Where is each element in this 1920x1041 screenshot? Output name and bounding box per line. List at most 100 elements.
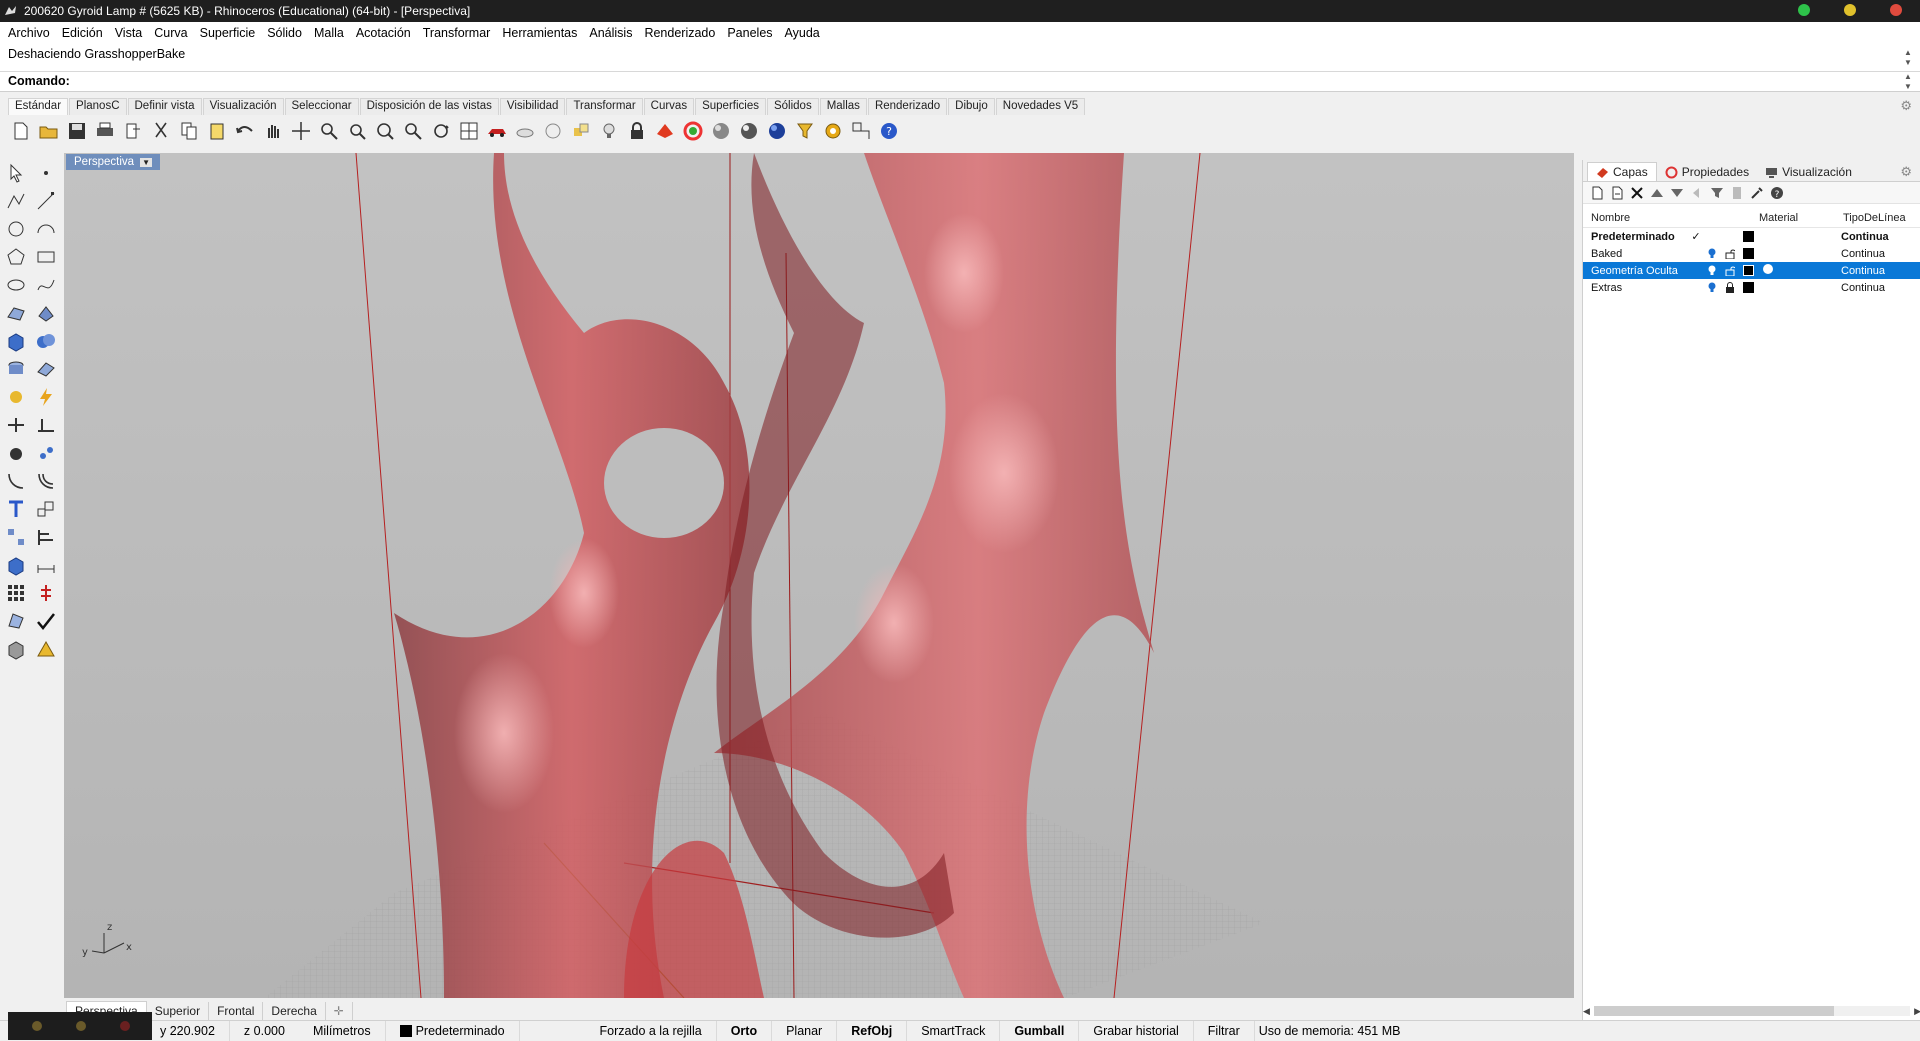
window-maximize-button[interactable] [1844, 4, 1856, 16]
menu-herramientas[interactable]: Herramientas [496, 26, 583, 40]
menu-analisis[interactable]: Análisis [583, 26, 638, 40]
view-tab-superior[interactable]: Superior [147, 1002, 210, 1020]
menu-solido[interactable]: Sólido [261, 26, 308, 40]
window-close-button[interactable] [1890, 4, 1902, 16]
tab-novedades[interactable]: Novedades V5 [995, 98, 1086, 115]
box-icon[interactable] [2, 328, 30, 354]
layer-linetype[interactable]: Continua [1841, 265, 1920, 277]
snap-icon[interactable] [848, 119, 873, 144]
circle-icon[interactable] [2, 216, 30, 242]
help-icon[interactable]: ? [876, 119, 901, 144]
toolbar-settings-gear-icon[interactable]: ⚙ [1900, 98, 1912, 114]
layer-visible-bulb-icon[interactable] [1703, 248, 1721, 259]
delete-layer-icon[interactable] [1629, 185, 1645, 201]
scroll-left-icon[interactable]: ◀ [1583, 1006, 1590, 1017]
scale-icon[interactable] [32, 496, 60, 522]
tab-solidos[interactable]: Sólidos [766, 98, 819, 115]
print-icon[interactable] [92, 119, 117, 144]
tab-visualizacion[interactable]: Visualización [202, 98, 284, 115]
panel-horizontal-scrollbar[interactable]: ◀ ▶ [1583, 1004, 1920, 1018]
layer-lock-icon[interactable] [1721, 282, 1739, 293]
mesh-icon[interactable] [32, 356, 60, 382]
filter-icon[interactable] [792, 119, 817, 144]
split-icon[interactable] [2, 412, 30, 438]
status-planar[interactable]: Planar [772, 1020, 838, 1041]
tab-visibilidad[interactable]: Visibilidad [499, 98, 566, 115]
layer-color-swatch[interactable] [1739, 282, 1757, 293]
layer-name[interactable]: Extras [1583, 282, 1689, 294]
tab-superficies[interactable]: Superficies [695, 98, 766, 115]
named-view-icon[interactable] [512, 119, 537, 144]
align-icon[interactable] [32, 524, 60, 550]
perspective-viewport[interactable]: Perspectiva ▼ z x y [64, 153, 1574, 998]
menu-edicion[interactable]: Edición [56, 26, 109, 40]
tab-mallas[interactable]: Mallas [819, 98, 867, 115]
zoom-window-icon[interactable] [344, 119, 369, 144]
menu-malla[interactable]: Malla [308, 26, 350, 40]
menu-vista[interactable]: Vista [109, 26, 149, 40]
options-gear-icon[interactable] [820, 119, 845, 144]
boolean-icon[interactable] [32, 328, 60, 354]
col-material-header[interactable]: Material [1759, 212, 1843, 224]
tab-disposicion[interactable]: Disposición de las vistas [359, 98, 499, 115]
layer-states-icon[interactable] [1729, 185, 1745, 201]
curve-icon[interactable] [32, 272, 60, 298]
explode-icon[interactable] [32, 440, 60, 466]
arc-icon[interactable] [32, 216, 60, 242]
layer-linetype[interactable]: Continua [1841, 231, 1920, 243]
layer-name[interactable]: Baked [1583, 248, 1689, 260]
menu-curva[interactable]: Curva [148, 26, 193, 40]
point-icon[interactable] [32, 160, 60, 186]
scroll-right-icon[interactable]: ▶ [1914, 1006, 1920, 1017]
layer-row[interactable]: Extras Continua [1583, 279, 1920, 296]
layer-help-icon[interactable]: ? [1769, 185, 1785, 201]
layer-lock-icon[interactable] [1721, 248, 1739, 259]
status-record-history[interactable]: Grabar historial [1079, 1020, 1194, 1041]
move-down-icon[interactable] [1669, 185, 1685, 201]
grid-array-icon[interactable] [2, 580, 30, 606]
car-icon[interactable] [484, 119, 509, 144]
tab-transformar[interactable]: Transformar [566, 98, 643, 115]
tab-estandar[interactable]: Estándar [8, 98, 69, 115]
layer-material-icon[interactable] [1757, 264, 1841, 277]
status-filter[interactable]: Filtrar [1194, 1020, 1255, 1041]
status-ortho[interactable]: Orto [717, 1020, 773, 1041]
layer-filter-icon[interactable] [1709, 185, 1725, 201]
dimension-icon[interactable] [32, 552, 60, 578]
zoom-selected-icon[interactable] [400, 119, 425, 144]
layer-color-swatch[interactable] [1739, 265, 1757, 276]
menu-acotacion[interactable]: Acotación [350, 26, 417, 40]
tab-definir-vista[interactable]: Definir vista [127, 98, 202, 115]
select-icon[interactable] [568, 119, 593, 144]
layer-color-swatch[interactable] [1739, 248, 1757, 259]
window-minimize-button[interactable] [1798, 4, 1810, 16]
add-view-tab-icon[interactable]: ✛ [326, 1002, 353, 1020]
color-wheel-icon[interactable] [680, 119, 705, 144]
layer-linetype[interactable]: Continua [1841, 282, 1920, 294]
scroll-thumb[interactable] [1593, 1006, 1835, 1016]
select-arrow-icon[interactable] [2, 160, 30, 186]
col-linetype-header[interactable]: TipoDeLínea [1843, 212, 1920, 224]
trim-icon[interactable] [32, 412, 60, 438]
drafting-icon[interactable] [32, 636, 60, 662]
text-icon[interactable] [2, 496, 30, 522]
surface-icon[interactable] [2, 300, 30, 326]
viewport-menu-caret-icon[interactable]: ▼ [140, 157, 153, 167]
menu-renderizado[interactable]: Renderizado [638, 26, 721, 40]
blue-sphere-icon[interactable] [764, 119, 789, 144]
polygon-icon[interactable] [2, 244, 30, 270]
new-layer-icon[interactable] [1589, 185, 1605, 201]
tab-renderizado[interactable]: Renderizado [867, 98, 948, 115]
save-icon[interactable] [64, 119, 89, 144]
zoom-extents-icon[interactable] [372, 119, 397, 144]
viewport-layout-icon[interactable] [456, 119, 481, 144]
lock-icon[interactable] [624, 119, 649, 144]
tab-curvas[interactable]: Curvas [643, 98, 695, 115]
solid-tools-icon[interactable] [2, 636, 30, 662]
col-name-header[interactable]: Nombre [1583, 212, 1689, 224]
layer-lock-icon[interactable] [1721, 265, 1739, 276]
status-layer[interactable]: Predeterminado [386, 1020, 520, 1041]
view-tab-frontal[interactable]: Frontal [209, 1002, 264, 1020]
menu-superficie[interactable]: Superficie [194, 26, 262, 40]
panel-settings-gear-icon[interactable]: ⚙ [1900, 164, 1912, 180]
